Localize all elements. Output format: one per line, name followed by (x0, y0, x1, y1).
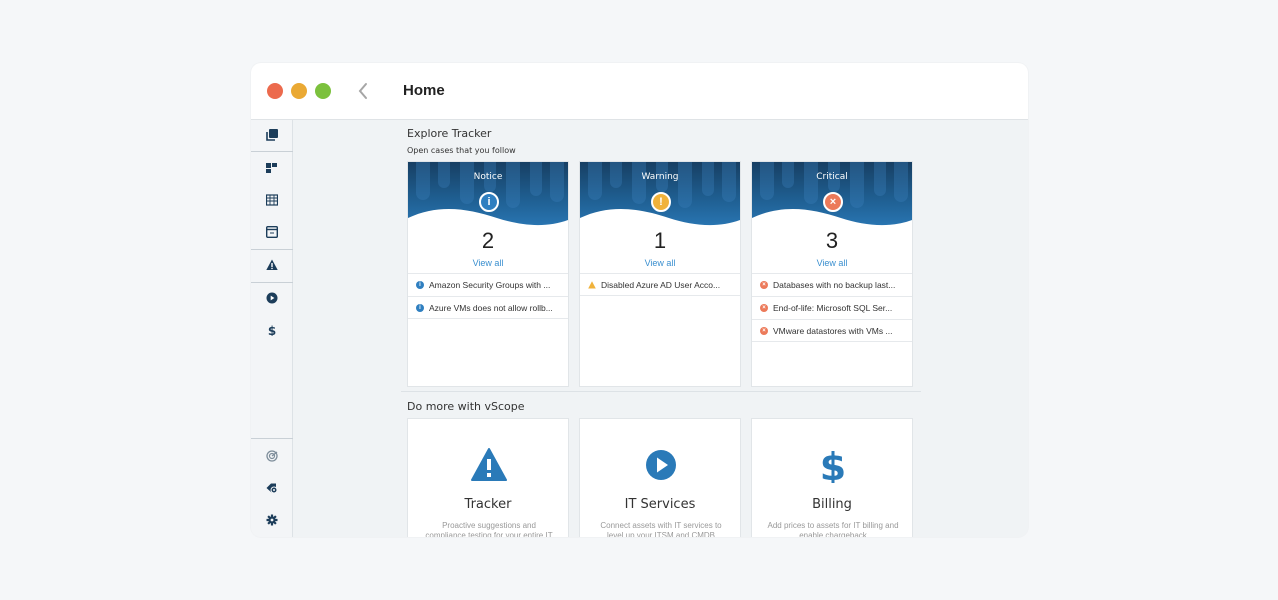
tracker-card-notice: Notice i 2 View all i Amazon Security Gro… (407, 161, 569, 387)
header-decoration (722, 162, 736, 202)
svg-text:$: $ (268, 324, 276, 336)
sidebar-item-views[interactable] (251, 217, 293, 247)
header-decoration (632, 162, 646, 204)
case-count: 2 (481, 228, 495, 253)
sidebar-item-it-services[interactable] (251, 283, 293, 313)
error-icon: × (760, 326, 768, 335)
header-decoration (460, 162, 474, 204)
table-icon (266, 194, 278, 206)
case-list-item[interactable]: i Amazon Security Groups with ... (408, 273, 568, 296)
case-title: Amazon Security Groups with ... (429, 280, 551, 290)
case-count: 3 (825, 228, 839, 253)
case-title: End-of-life: Microsoft SQL Ser... (773, 303, 893, 313)
header-decoration (678, 162, 692, 208)
card-header: Notice i (408, 162, 568, 230)
tracker-card-warning: Warning ! 1 View all Disabled Azure AD U… (579, 161, 741, 387)
header-decoration (850, 162, 864, 208)
dollar-icon: $ (820, 447, 846, 483)
inventory-icon (266, 129, 278, 141)
feature-title: IT Services (624, 497, 696, 512)
dollar-icon: $ (268, 324, 276, 336)
play-circle-icon (646, 450, 676, 480)
app-window: Home $ Explore Tracker Open cases that y… (251, 63, 1028, 537)
sidebar-item-billing[interactable]: $ (251, 315, 293, 345)
tags-settings-icon (266, 483, 278, 494)
sidebar-item-settings[interactable] (251, 505, 293, 535)
maximize-window-button[interactable] (315, 83, 331, 99)
close-window-button[interactable] (267, 83, 283, 99)
dashboards-icon (266, 163, 277, 173)
gear-icon (266, 514, 278, 526)
warning-triangle-icon (471, 448, 507, 481)
card-label: Notice (473, 172, 503, 182)
feature-description: Add prices to assets for IT billing and … (767, 521, 899, 537)
feature-card-it-services[interactable]: IT Services Connect assets with IT servi… (579, 418, 741, 537)
feature-card-tracker[interactable]: Tracker Proactive suggestions and compli… (407, 418, 569, 537)
card-label: Critical (816, 172, 848, 182)
card-header: Warning ! (580, 162, 740, 230)
sidebar-divider (251, 438, 293, 439)
info-icon: i (416, 281, 424, 289)
page-title: Home (403, 82, 445, 99)
header-decoration (894, 162, 908, 202)
play-circle-icon (266, 292, 278, 304)
case-title: Disabled Azure AD User Acco... (601, 279, 721, 290)
tracker-card-critical: Critical × 3 View all × Databases with no… (751, 161, 913, 387)
minimize-window-button[interactable] (291, 83, 307, 99)
warning-icon (588, 280, 596, 288)
case-title: Databases with no backup last... (773, 280, 896, 290)
view-all-link[interactable]: View all (580, 258, 740, 268)
case-list: × Databases with no backup last... × End-of… (752, 273, 912, 342)
case-list-item[interactable]: Disabled Azure AD User Acco... (580, 273, 740, 296)
view-all-link[interactable]: View all (752, 258, 912, 268)
section-divider (401, 391, 921, 392)
sidebar-item-inventory[interactable] (251, 120, 293, 150)
chevron-left-icon[interactable] (355, 79, 371, 103)
view-all-link[interactable]: View all (408, 258, 568, 268)
feature-title: Billing (812, 497, 852, 512)
case-list-item[interactable]: × VMware datastores with VMs ... (752, 319, 912, 342)
feature-title: Tracker (464, 497, 512, 512)
window-icon (266, 226, 278, 238)
card-header: Critical × (752, 162, 912, 230)
error-icon: × (760, 281, 768, 289)
case-list: i Amazon Security Groups with ... i Azure V… (408, 273, 568, 319)
svg-text:$: $ (820, 447, 846, 483)
sidebar-item-tracker[interactable] (251, 250, 293, 280)
warning-icon: ! (651, 192, 671, 212)
feature-description: Connect assets with IT services to level… (600, 521, 722, 537)
discovery-icon (266, 450, 278, 462)
case-title: Azure VMs does not allow rollb... (429, 302, 553, 313)
info-icon: i (479, 192, 499, 212)
header-decoration (506, 162, 520, 208)
section-subtitle-explore: Open cases that you follow (407, 146, 516, 155)
warning-triangle-icon (266, 259, 278, 270)
case-list-item[interactable]: × Databases with no backup last... (752, 273, 912, 296)
section-title-more: Do more with vScope (407, 400, 525, 413)
error-icon: × (760, 304, 768, 312)
feature-description: Proactive suggestions and compliance tes… (425, 521, 553, 537)
sidebar-item-tables[interactable] (251, 185, 293, 215)
feature-card-billing[interactable]: $ Billing Add prices to assets for IT bi… (751, 418, 913, 537)
card-label: Warning (641, 172, 679, 182)
sidebar: $ (251, 120, 293, 537)
sidebar-item-discovery[interactable] (251, 441, 293, 471)
case-title: VMware datastores with VMs ... (773, 325, 893, 336)
header-decoration (804, 162, 818, 204)
case-list-item[interactable]: i Azure VMs does not allow rollb... (408, 296, 568, 319)
case-count: 1 (653, 228, 667, 253)
sidebar-divider (251, 151, 293, 152)
case-list: Disabled Azure AD User Acco... (580, 273, 740, 296)
sidebar-item-dashboards[interactable] (251, 153, 293, 183)
info-icon: i (416, 303, 424, 312)
case-list-item[interactable]: × End-of-life: Microsoft SQL Ser... (752, 296, 912, 319)
sidebar-item-tags[interactable] (251, 473, 293, 503)
title-bar: Home (251, 63, 1028, 120)
error-icon: × (823, 192, 843, 212)
section-title-explore: Explore Tracker (407, 127, 492, 140)
header-decoration (550, 162, 564, 202)
